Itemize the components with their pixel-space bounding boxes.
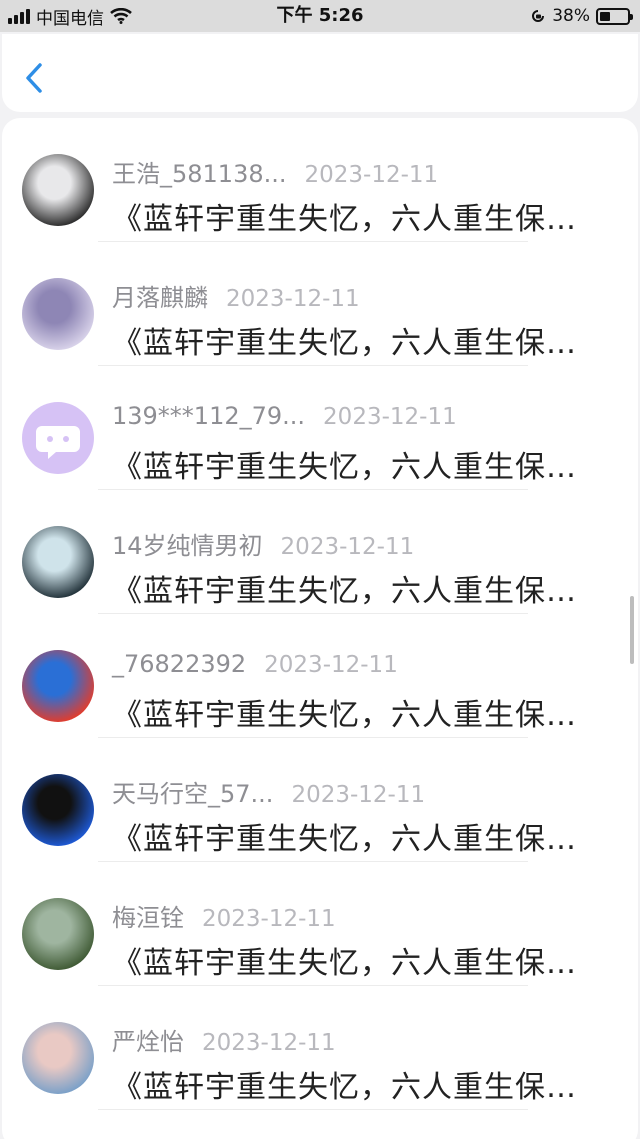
comment-date: 2023-12-11 [264,652,398,678]
battery-percent: 38% [552,6,590,26]
username[interactable]: 14岁纯情男初 [112,526,263,561]
comment-meta: 天马行空_57... 2023-12-11 [112,774,425,808]
avatar[interactable] [22,278,94,350]
comment-list: 王浩_581138... 2023-12-11 《蓝轩宇重生失忆，六人重生保… 月落麒… [2,118,638,1139]
username[interactable]: 天马行空_57... [112,774,273,809]
username[interactable]: 月落麒麟 [112,278,208,313]
comment-item[interactable]: 天马行空_57... 2023-12-11 《蓝轩宇重生失忆，六人重生保… [2,738,638,862]
username[interactable]: 王浩_581138... [112,154,287,189]
status-bar: 中国电信 下午 5:26 38% [0,0,640,32]
username[interactable]: 139***112_79... [112,402,305,430]
chevron-left-icon [26,63,42,93]
comment-meta: 严烇怡 2023-12-11 [112,1022,336,1056]
comment-text[interactable]: 《蓝轩宇重生失忆，六人重生保… [112,566,612,610]
divider [98,1109,528,1110]
comment-item[interactable]: _76822392 2023-12-11 《蓝轩宇重生失忆，六人重生保… [2,614,638,738]
comment-item[interactable]: 139***112_79... 2023-12-11 《蓝轩宇重生失忆，六人重生保… [2,366,638,490]
scrollbar[interactable] [630,596,634,664]
comment-meta: 14岁纯情男初 2023-12-11 [112,526,414,560]
comment-date: 2023-12-11 [291,782,426,808]
comment-text[interactable]: 《蓝轩宇重生失忆，六人重生保… [112,442,612,486]
comment-date: 2023-12-11 [202,1030,336,1056]
comment-item[interactable]: 14岁纯情男初 2023-12-11 《蓝轩宇重生失忆，六人重生保… [2,490,638,614]
comment-meta: _76822392 2023-12-11 [112,650,398,684]
comment-item[interactable]: 王浩_581138... 2023-12-11 《蓝轩宇重生失忆，六人重生保… [2,118,638,242]
avatar[interactable] [22,774,94,846]
comment-text[interactable]: 《蓝轩宇重生失忆，六人重生保… [112,938,612,982]
comment-date: 2023-12-11 [280,534,415,560]
comment-item[interactable]: 月落麒麟 2023-12-11 《蓝轩宇重生失忆，六人重生保… [2,242,638,366]
comment-text[interactable]: 《蓝轩宇重生失忆，六人重生保… [112,690,612,734]
comment-text[interactable]: 《蓝轩宇重生失忆，六人重生保… [112,1062,612,1106]
comment-date: 2023-12-11 [323,404,457,430]
battery-icon [596,7,633,25]
avatar[interactable] [22,526,94,598]
username[interactable]: _76822392 [112,650,246,678]
avatar[interactable] [22,650,94,722]
avatar[interactable] [22,154,94,226]
avatar[interactable] [22,402,94,474]
back-button[interactable] [20,60,50,96]
comment-date: 2023-12-11 [226,286,360,312]
status-right: 38% [530,0,633,32]
comment-item[interactable]: 梅洹铨 2023-12-11 《蓝轩宇重生失忆，六人重生保… [2,862,638,986]
nav-bar [2,34,638,112]
comment-meta: 月落麒麟 2023-12-11 [112,278,360,312]
comment-date: 2023-12-11 [304,162,439,188]
avatar[interactable] [22,898,94,970]
orientation-lock-icon [532,10,545,22]
comment-meta: 梅洹铨 2023-12-11 [112,898,336,932]
username[interactable]: 梅洹铨 [112,898,184,933]
comment-text[interactable]: 《蓝轩宇重生失忆，六人重生保… [112,194,612,238]
comment-meta: 王浩_581138... 2023-12-11 [112,154,438,188]
comment-date: 2023-12-11 [202,906,336,932]
comment-text[interactable]: 《蓝轩宇重生失忆，六人重生保… [112,814,612,858]
comment-text[interactable]: 《蓝轩宇重生失忆，六人重生保… [112,318,612,362]
comment-item[interactable]: 严烇怡 2023-12-11 《蓝轩宇重生失忆，六人重生保… [2,986,638,1110]
username[interactable]: 严烇怡 [112,1022,184,1057]
avatar[interactable] [22,1022,94,1094]
comment-meta: 139***112_79... 2023-12-11 [112,402,457,436]
